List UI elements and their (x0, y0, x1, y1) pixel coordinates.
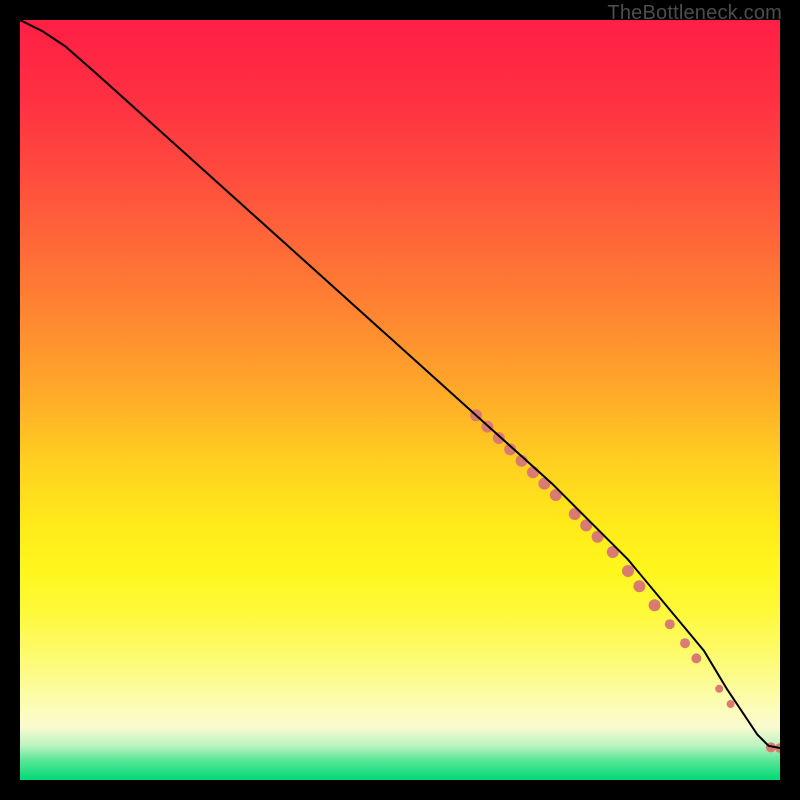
highlight-point (527, 466, 539, 478)
highlight-points-group (470, 409, 780, 753)
plot-overlay (20, 20, 780, 780)
highlight-point (633, 580, 645, 592)
highlight-point (715, 685, 723, 693)
highlight-point (680, 638, 690, 648)
highlight-point (665, 619, 675, 629)
highlight-point (691, 653, 701, 663)
highlight-point (727, 700, 735, 708)
highlight-point (493, 432, 505, 444)
chart-frame: TheBottleneck.com (0, 0, 800, 800)
plot-area (20, 20, 780, 780)
highlight-point (622, 565, 634, 577)
bottleneck-curve (20, 20, 780, 748)
highlight-point (649, 599, 661, 611)
